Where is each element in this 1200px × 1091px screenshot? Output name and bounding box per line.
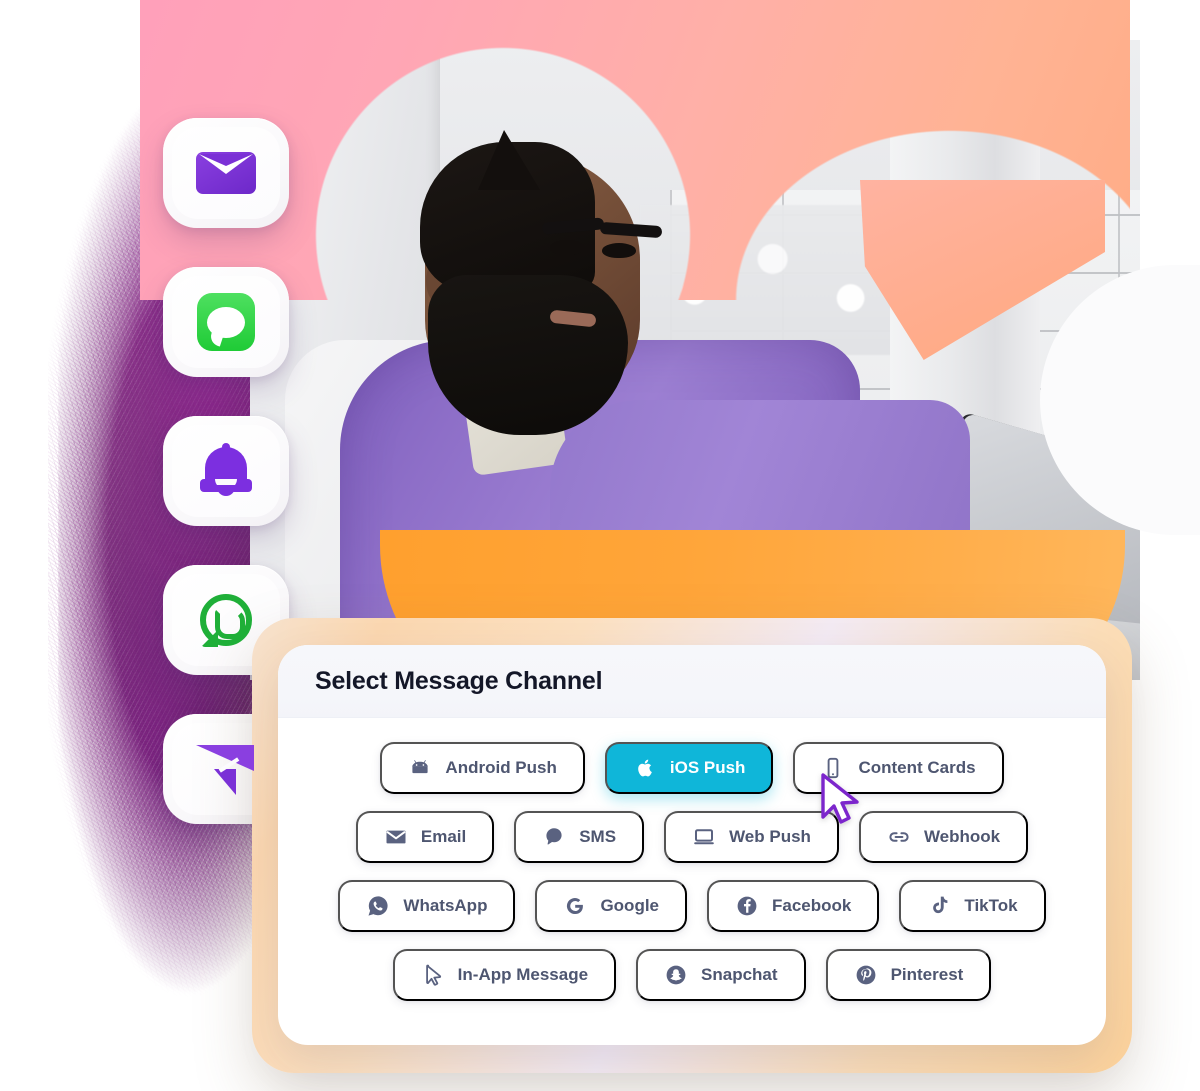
- channel-chip-label: In-App Message: [457, 965, 589, 984]
- imessage-app-icon-tile[interactable]: [163, 267, 289, 377]
- channel-chip-label: Content Cards: [858, 758, 976, 777]
- envelope-icon: [384, 825, 408, 849]
- card-header: Select Message Channel: [278, 645, 1106, 718]
- send-message-icon: [195, 738, 257, 800]
- apple-icon: [633, 756, 657, 780]
- imessage-app-icon: [195, 291, 257, 353]
- mail-app-icon-tile[interactable]: [163, 118, 289, 228]
- channel-chip-ios-push[interactable]: iOS Push: [604, 742, 774, 794]
- laptop-icon: [692, 825, 716, 849]
- channel-chip-label: WhatsApp: [403, 896, 488, 915]
- whatsapp-icon: [366, 894, 390, 918]
- channel-picker-card: Select Message Channel Android Push iOS P…: [278, 645, 1106, 1045]
- android-icon: [408, 756, 432, 780]
- channel-chip-android-push[interactable]: Android Push: [380, 742, 585, 794]
- channel-chip-label: SMS: [579, 827, 617, 846]
- channel-chip-label: Facebook: [772, 896, 852, 915]
- tiktok-icon: [927, 894, 951, 918]
- channel-chip-label: Webhook: [923, 827, 1001, 846]
- channel-chip-google[interactable]: Google: [535, 880, 688, 932]
- channel-chip-label: Android Push: [445, 758, 557, 777]
- channel-chip-facebook[interactable]: Facebook: [707, 880, 880, 932]
- mail-app-icon: [195, 142, 257, 204]
- google-g-icon: [563, 894, 587, 918]
- channel-chip-webhook[interactable]: Webhook: [858, 811, 1029, 863]
- facebook-icon: [735, 894, 759, 918]
- channel-chip-email[interactable]: Email: [355, 811, 495, 863]
- link-chain-icon: [887, 825, 911, 849]
- snapchat-icon: [664, 963, 688, 987]
- channel-chip-pinterest[interactable]: Pinterest: [825, 949, 992, 1001]
- channel-chip-whatsapp[interactable]: WhatsApp: [338, 880, 516, 932]
- channel-chip-label: Pinterest: [890, 965, 964, 984]
- channel-chip-label: Google: [600, 896, 660, 915]
- channel-row: In-App Message Snapchat Pinterest: [308, 949, 1076, 1001]
- channel-chip-sms[interactable]: SMS: [514, 811, 645, 863]
- channel-chip-tiktok[interactable]: TikTok: [899, 880, 1046, 932]
- cursor-arrow-icon: [421, 963, 445, 987]
- channel-chip-label: TikTok: [964, 896, 1018, 915]
- channel-chip-web-push[interactable]: Web Push: [664, 811, 839, 863]
- push-notification-bell-icon: [195, 440, 257, 502]
- channel-chip-label: Email: [420, 827, 467, 846]
- channel-chip-label: Web Push: [729, 827, 811, 846]
- page-title: Select Message Channel: [315, 666, 603, 695]
- channel-chip-label: Snapchat: [701, 965, 778, 984]
- hero-illustration: Select Message Channel Android Push iOS P…: [0, 0, 1200, 1091]
- chat-bubble-icon: [542, 825, 566, 849]
- mouse-pointer-icon: [821, 773, 859, 824]
- whatsapp-app-icon: [195, 589, 257, 651]
- channel-chip-snapchat[interactable]: Snapchat: [636, 949, 806, 1001]
- channel-row: Android Push iOS Push Content Cards: [308, 742, 1076, 794]
- channel-row: WhatsApp Google Facebook TikTok: [308, 880, 1076, 932]
- channel-row: Email SMS Web Push Webhook: [308, 811, 1076, 863]
- push-notification-icon-tile[interactable]: [163, 416, 289, 526]
- channel-chip-in-app-message[interactable]: In-App Message: [392, 949, 617, 1001]
- pinterest-icon: [854, 963, 878, 987]
- channel-grid: Android Push iOS Push Content Cards Email SM…: [278, 718, 1106, 1023]
- channel-chip-label: iOS Push: [669, 758, 746, 777]
